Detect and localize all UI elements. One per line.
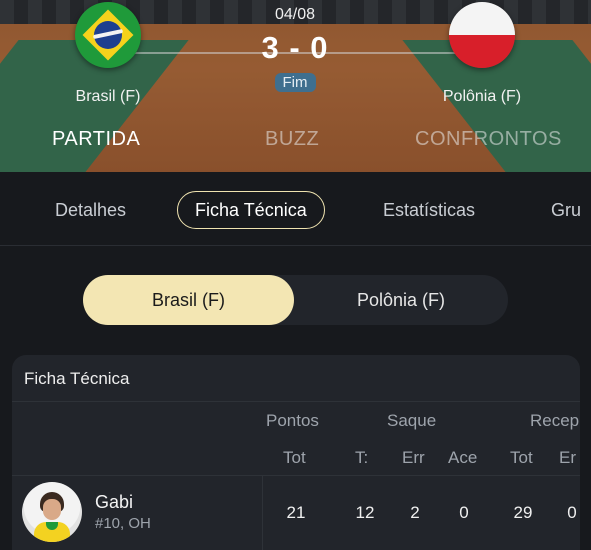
group-header-recepcao: Recep (530, 411, 580, 430)
card-title: Ficha Técnica (24, 369, 130, 388)
stat-value: 21 (286, 503, 306, 522)
stat-value: 0 (459, 503, 469, 522)
player-number-position: #10, OH (95, 515, 151, 532)
stat-value: 2 (410, 503, 420, 522)
match-status-badge: Fim (274, 73, 316, 92)
tab-partida[interactable]: PARTIDA (52, 128, 140, 151)
match-date: 04/08 (274, 6, 316, 23)
col-header[interactable]: Tot (283, 448, 306, 468)
col-header[interactable]: Tot (510, 448, 533, 468)
poland-flag-icon (449, 2, 515, 68)
tab-buzz[interactable]: BUZZ (265, 128, 319, 151)
col-header[interactable]: T: (355, 448, 368, 468)
away-team-name: Polônia (F) (442, 88, 522, 105)
toggle-brasil[interactable]: Brasil (F) (83, 275, 294, 325)
player-name[interactable]: Gabi (95, 492, 133, 513)
toggle-polonia[interactable]: Polônia (F) (294, 275, 508, 325)
col-header[interactable]: Ace (448, 448, 477, 468)
match-score: 3 - 0 (261, 30, 329, 65)
home-team-name: Brasil (F) (75, 88, 141, 105)
stats-card: Ficha Técnica Pontos Saque Recep Tot T: … (12, 355, 580, 550)
col-header[interactable]: Er (559, 448, 576, 468)
subtab-estatisticas[interactable]: Estatísticas (383, 200, 475, 221)
sub-tabs: Detalhes Ficha Técnica Estatísticas Gru (0, 172, 591, 246)
main-tabs: PARTIDA BUZZ CONFRONTOS (0, 128, 591, 164)
group-header-saque: Saque (387, 411, 437, 430)
tab-confrontos[interactable]: CONFRONTOS (415, 128, 562, 151)
col-header[interactable]: Err (402, 448, 425, 468)
home-team[interactable]: Brasil (F) (33, 2, 183, 106)
match-header: Brasil (F) 04/08 3 - 0 Fim Polônia (F) P… (0, 0, 591, 172)
group-header-pontos: Pontos (266, 411, 319, 430)
player-avatar[interactable] (22, 482, 82, 542)
subtab-detalhes[interactable]: Detalhes (55, 200, 126, 221)
stat-value: 29 (513, 503, 533, 522)
subtab-ficha-tecnica[interactable]: Ficha Técnica (177, 191, 325, 229)
team-toggle: Brasil (F) Polônia (F) (83, 275, 508, 325)
stat-value: 0 (567, 503, 577, 522)
subtab-grupos[interactable]: Gru (551, 200, 581, 221)
brazil-flag-icon (75, 2, 141, 68)
away-team[interactable]: Polônia (F) (407, 2, 557, 106)
score-box: 04/08 3 - 0 Fim (220, 6, 370, 92)
stat-value: 12 (355, 503, 375, 522)
